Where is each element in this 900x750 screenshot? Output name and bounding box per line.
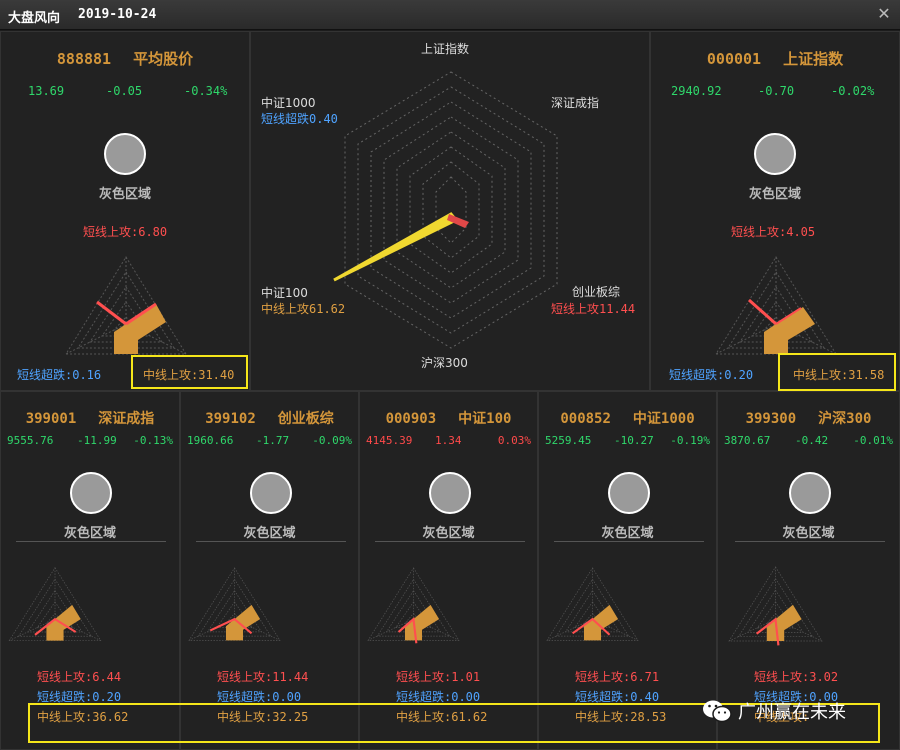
price: 9555.76: [7, 434, 54, 447]
short-down-label: 短线超跌:0.16: [17, 368, 102, 382]
radar-axis-label: 中证100: [261, 286, 308, 300]
wechat-icon: [703, 700, 732, 723]
stock-name: 中证100: [458, 411, 512, 427]
radar-value-label: 短线超跌0.40: [261, 112, 338, 126]
window-date: 2019-10-24: [78, 7, 157, 22]
radar-chart: [333, 71, 558, 349]
stock-code: 399102: [205, 411, 256, 427]
short-down-label: 短线超跌:0.20: [669, 368, 754, 382]
price: 4145.39: [366, 434, 413, 447]
panel-title: 399102 创业板综: [181, 408, 358, 428]
triangle-chart: [715, 256, 837, 355]
short-up-label: 短线上攻:6.71: [575, 670, 660, 684]
radar-axis-label: 沪深300: [421, 356, 468, 370]
stock-code: 399300: [745, 411, 797, 427]
stock-code: 000852: [560, 411, 611, 427]
mid-up-label: 中线上攻:31.40: [143, 368, 235, 382]
stock-name: 深证成指: [98, 411, 155, 427]
change: -1.77: [256, 434, 290, 447]
radar-value-label: 短线上攻11.44: [551, 302, 636, 316]
close-icon[interactable]: ✕: [874, 4, 894, 24]
percent-change: 0.03%: [497, 434, 531, 447]
panel-shanghai-index: 000001 上证指数 2940.92 -0.70 -0.02% 灰色区域 短线上…: [650, 31, 900, 391]
change: -0.42: [795, 434, 829, 447]
percent-change: -0.19%: [670, 434, 710, 447]
watermark-text: 广州赢在未来: [738, 702, 846, 723]
radar-value-label: 中线上攻61.62: [261, 302, 346, 316]
stock-name: 沪深300: [818, 411, 872, 427]
stock-name: 中证1000: [632, 411, 695, 427]
radar-axis-label: 创业板综: [572, 285, 621, 299]
change: 1.34: [435, 434, 462, 447]
price: 3870.67: [724, 434, 771, 447]
change: -11.99: [77, 434, 117, 447]
percent-change: -0.01%: [853, 434, 893, 447]
percent-change: -0.13%: [133, 434, 173, 447]
stock-code: 399001: [25, 411, 77, 427]
short-up-label: 短线上攻:3.02: [754, 670, 839, 684]
panel-average-price: 888881 平均股价 13.69 -0.05 -0.34% 灰色区域 短线上攻:…: [0, 31, 250, 391]
price: 1960.66: [187, 434, 234, 447]
short-up-label: 短线上攻:1.01: [396, 670, 481, 684]
radar-axis-label: 上证指数: [421, 42, 470, 56]
window-title: 大盘风向: [8, 11, 61, 26]
panel-title: 399300 沪深300: [718, 408, 899, 428]
stock-code: 000903: [385, 411, 437, 427]
panel-title: 399001 深证成指: [1, 408, 179, 428]
panel-title: 000903 中证100: [360, 408, 537, 428]
percent-change: -0.09%: [312, 434, 352, 447]
window-titlebar: 大盘风向 2019-10-24 ✕: [0, 0, 900, 30]
mid-up-label: 中线上攻:31.58: [793, 368, 885, 382]
short-up-label: 短线上攻:6.44: [37, 670, 122, 684]
panel-radar: 上证指数 深证成指 创业板综 短线上攻11.44 沪深300 中证100 中线上…: [250, 31, 650, 391]
price: 5259.45: [545, 434, 592, 447]
triangle-chart: [65, 256, 187, 355]
short-up-label: 短线上攻:11.44: [217, 670, 309, 684]
stock-name: 创业板综: [277, 411, 334, 427]
change: -10.27: [614, 434, 654, 447]
watermark: 广州赢在未来: [702, 696, 846, 726]
radar-axis-label: 中证1000: [261, 96, 316, 110]
panel-title: 000852 中证1000: [539, 408, 716, 428]
radar-axis-label: 深证成指: [551, 96, 600, 110]
